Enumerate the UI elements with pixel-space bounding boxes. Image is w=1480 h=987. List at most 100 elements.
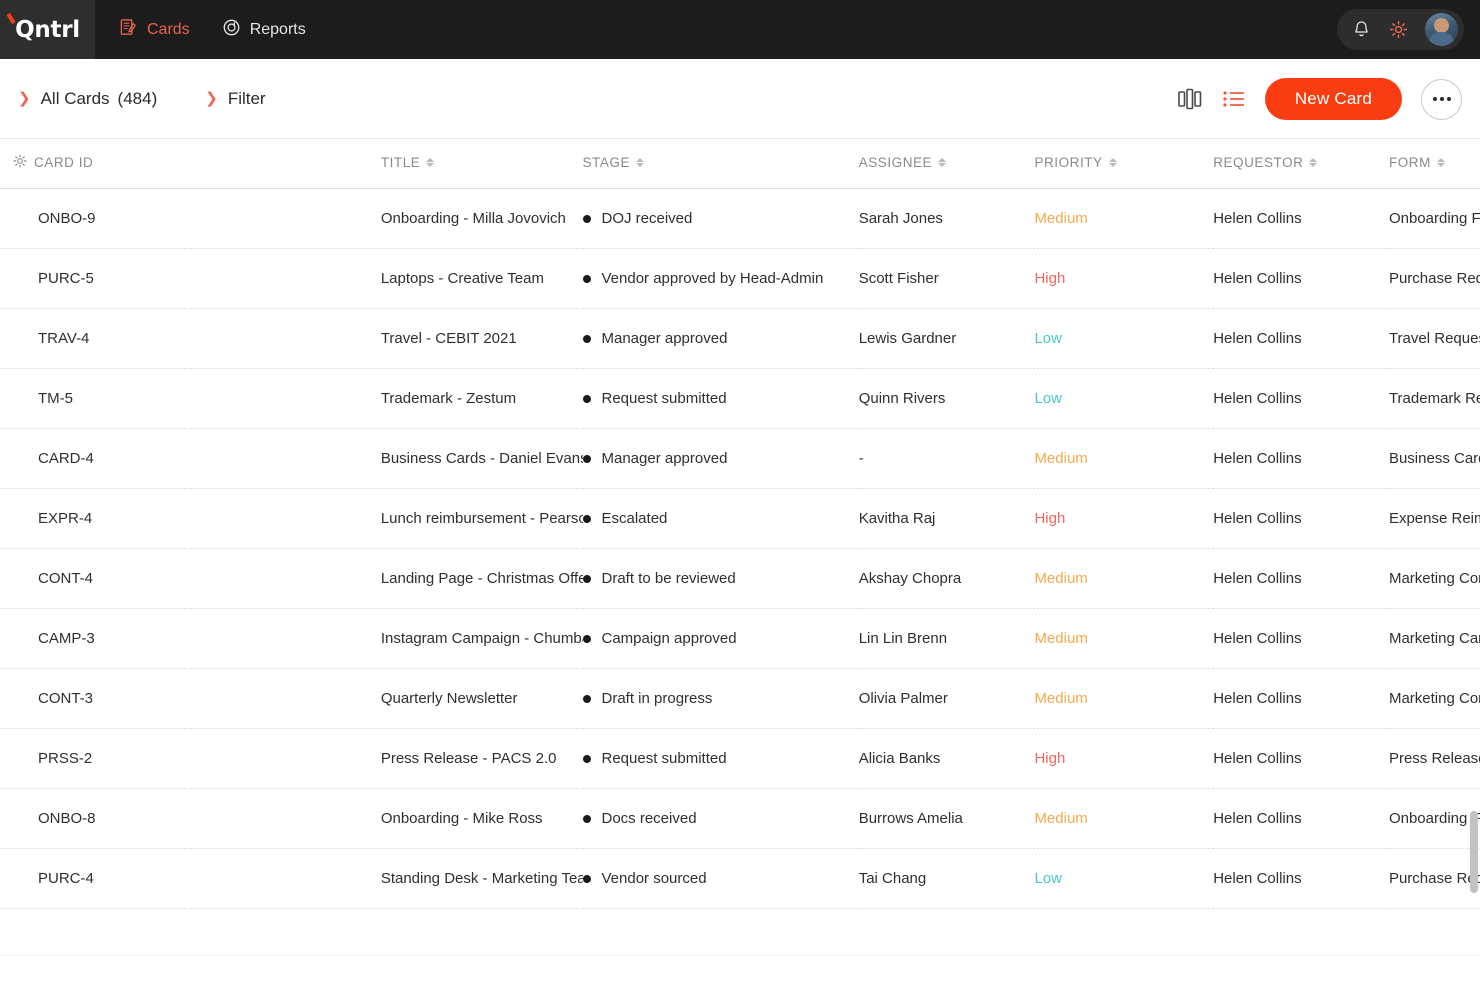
cell-form: Purchase Request bbox=[1389, 849, 1480, 909]
stage-status-dot-icon bbox=[583, 335, 591, 343]
stage-status-dot-icon bbox=[583, 695, 591, 703]
table-row[interactable]: EXPR-4Lunch reimbursement - Pearson Spec… bbox=[0, 489, 1480, 549]
column-header-stage-label: STAGE bbox=[583, 155, 631, 170]
sort-icon[interactable] bbox=[1437, 158, 1445, 167]
column-header-assignee-label: ASSIGNEE bbox=[859, 155, 932, 170]
cell-stage: Vendor approved by Head-Admin bbox=[583, 249, 859, 309]
column-header-assignee[interactable]: ASSIGNEE bbox=[859, 139, 1035, 189]
vertical-scrollbar-thumb[interactable] bbox=[1470, 811, 1478, 893]
table-row[interactable]: PURC-5Laptops - Creative TeamVendor appr… bbox=[0, 249, 1480, 309]
settings-gear-icon[interactable] bbox=[1388, 19, 1409, 40]
cell-form: Purchase Request bbox=[1389, 249, 1480, 309]
cell-priority: Medium bbox=[1034, 669, 1213, 729]
cell-title: Lunch reimbursement - Pearson Spectre bbox=[191, 489, 583, 549]
cell-stage-label: Manager approved bbox=[602, 450, 728, 467]
user-avatar[interactable] bbox=[1425, 13, 1458, 46]
cell-stage: Manager approved bbox=[583, 309, 859, 369]
cell-stage-label: Request submitted bbox=[602, 750, 727, 767]
cell-priority: High bbox=[1034, 489, 1213, 549]
filter-selector[interactable]: ❯ Filter bbox=[205, 89, 265, 109]
table-row[interactable]: TRAV-4Travel - CEBIT 2021Manager approve… bbox=[0, 309, 1480, 369]
sort-icon[interactable] bbox=[1109, 158, 1117, 167]
cell-stage-label: Request submitted bbox=[602, 390, 727, 407]
table-row[interactable]: CARD-4Business Cards - Daniel EvansManag… bbox=[0, 429, 1480, 489]
sort-icon[interactable] bbox=[938, 158, 946, 167]
table-row[interactable]: PRSS-2Press Release - PACS 2.0Request su… bbox=[0, 729, 1480, 789]
cell-title: Travel - CEBIT 2021 bbox=[191, 309, 583, 369]
column-settings-gear-icon[interactable] bbox=[12, 153, 28, 172]
table-row[interactable]: CONT-4Landing Page - Christmas OffersDra… bbox=[0, 549, 1480, 609]
column-header-stage[interactable]: STAGE bbox=[583, 139, 859, 189]
cell-stage: Request submitted bbox=[583, 369, 859, 429]
cell-title: Press Release - PACS 2.0 bbox=[191, 729, 583, 789]
cell-title: Standing Desk - Marketing Team bbox=[191, 849, 583, 909]
column-header-form[interactable]: FORM bbox=[1389, 139, 1480, 189]
ellipsis-icon bbox=[1440, 97, 1444, 101]
column-header-title[interactable]: TITLE bbox=[191, 139, 583, 189]
table-row[interactable]: ONBO-9Onboarding - Milla JovovichDOJ rec… bbox=[0, 189, 1480, 249]
cell-stage: Request submitted bbox=[583, 729, 859, 789]
column-header-title-label: TITLE bbox=[381, 155, 421, 170]
cell-requestor: Helen Collins bbox=[1213, 189, 1389, 249]
cell-card-id: EXPR-4 bbox=[0, 489, 191, 549]
top-navigation-bar: Qntrl Cards bbox=[0, 0, 1480, 59]
column-header-card-id[interactable]: CARD ID bbox=[0, 139, 191, 189]
table-bottom-divider bbox=[0, 955, 1480, 956]
cell-requestor: Helen Collins bbox=[1213, 429, 1389, 489]
table-row[interactable]: CONT-3Quarterly NewsletterDraft in progr… bbox=[0, 669, 1480, 729]
cell-priority: Medium bbox=[1034, 609, 1213, 669]
notification-bell-icon[interactable] bbox=[1351, 19, 1372, 40]
cell-form: Press Release bbox=[1389, 729, 1480, 789]
table-row[interactable]: TM-5Trademark - ZestumRequest submittedQ… bbox=[0, 369, 1480, 429]
cell-stage-label: Manager approved bbox=[602, 330, 728, 347]
cell-form: Marketing Content bbox=[1389, 669, 1480, 729]
board-view-icon[interactable] bbox=[1177, 88, 1203, 110]
column-header-requestor-label: REQUESTOR bbox=[1213, 155, 1303, 170]
more-options-button[interactable] bbox=[1421, 79, 1462, 120]
stage-status-dot-icon bbox=[583, 515, 591, 523]
sort-icon[interactable] bbox=[426, 158, 434, 167]
chevron-down-icon: ❯ bbox=[205, 91, 218, 106]
cell-requestor: Helen Collins bbox=[1213, 489, 1389, 549]
sort-icon[interactable] bbox=[636, 158, 644, 167]
cell-title: Onboarding - Milla Jovovich bbox=[191, 189, 583, 249]
nav-tab-reports[interactable]: Reports bbox=[220, 14, 308, 46]
app-logo[interactable]: Qntrl bbox=[0, 0, 95, 59]
sort-icon[interactable] bbox=[1309, 158, 1317, 167]
all-cards-view-selector[interactable]: ❯ All Cards (484) bbox=[18, 89, 157, 109]
table-row[interactable]: ONBO-8Onboarding - Mike RossDocs receive… bbox=[0, 789, 1480, 849]
column-header-priority[interactable]: PRIORITY bbox=[1034, 139, 1213, 189]
filter-label: Filter bbox=[228, 89, 266, 109]
cards-toolbar: ❯ All Cards (484) ❯ Filter New Card bbox=[0, 59, 1480, 139]
cell-stage: DOJ received bbox=[583, 189, 859, 249]
cell-stage: Docs received bbox=[583, 789, 859, 849]
cell-form: Onboarding Form bbox=[1389, 789, 1480, 849]
cell-assignee: Burrows Amelia bbox=[859, 789, 1035, 849]
cell-assignee: Sarah Jones bbox=[859, 189, 1035, 249]
table-row[interactable]: PURC-4Standing Desk - Marketing TeamVend… bbox=[0, 849, 1480, 909]
cell-assignee: Tai Chang bbox=[859, 849, 1035, 909]
cell-title: Instagram Campaign - Chumbak bbox=[191, 609, 583, 669]
column-header-requestor[interactable]: REQUESTOR bbox=[1213, 139, 1389, 189]
cell-stage: Escalated bbox=[583, 489, 859, 549]
cell-card-id: CAMP-3 bbox=[0, 609, 191, 669]
cell-title: Quarterly Newsletter bbox=[191, 669, 583, 729]
new-card-button[interactable]: New Card bbox=[1265, 78, 1402, 120]
cell-priority: High bbox=[1034, 729, 1213, 789]
cell-requestor: Helen Collins bbox=[1213, 609, 1389, 669]
nav-tab-cards[interactable]: Cards bbox=[117, 14, 192, 46]
cell-requestor: Helen Collins bbox=[1213, 369, 1389, 429]
table-row[interactable]: CAMP-3Instagram Campaign - ChumbakCampai… bbox=[0, 609, 1480, 669]
cards-table-header: CARD ID TITLE STAGE bbox=[0, 139, 1480, 189]
cell-assignee: Olivia Palmer bbox=[859, 669, 1035, 729]
stage-status-dot-icon bbox=[583, 875, 591, 883]
cell-stage: Draft to be reviewed bbox=[583, 549, 859, 609]
nav-tab-cards-label: Cards bbox=[147, 21, 190, 39]
cell-requestor: Helen Collins bbox=[1213, 549, 1389, 609]
stage-status-dot-icon bbox=[583, 275, 591, 283]
cell-priority: High bbox=[1034, 249, 1213, 309]
stage-status-dot-icon bbox=[583, 575, 591, 583]
cell-form: Travel Request bbox=[1389, 309, 1480, 369]
list-view-icon[interactable] bbox=[1222, 89, 1246, 109]
cell-stage-label: Vendor approved by Head-Admin bbox=[602, 270, 824, 287]
